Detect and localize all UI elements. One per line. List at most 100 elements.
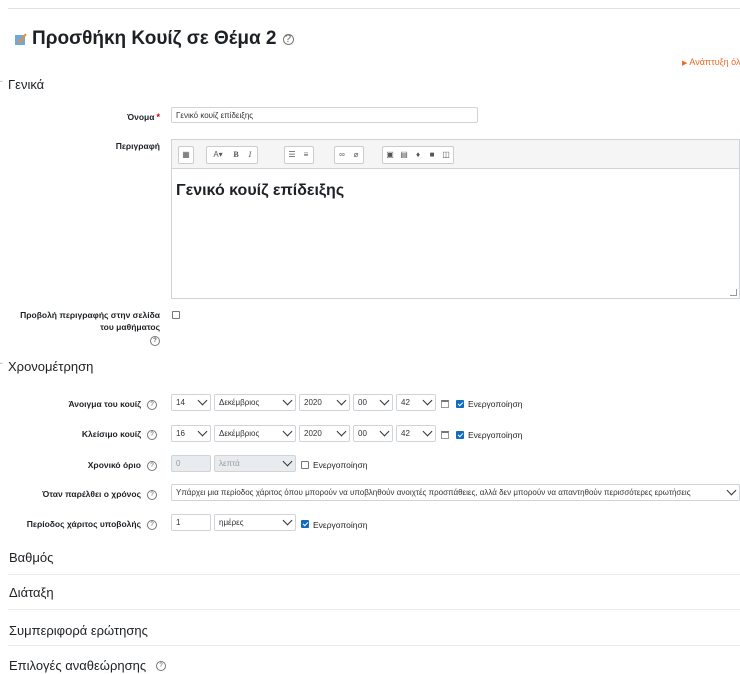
show-description-checkbox[interactable] <box>172 311 180 319</box>
time-limit-label: Χρονικό όριο? <box>88 460 157 471</box>
image-icon[interactable]: ▣ <box>383 148 397 162</box>
section-general[interactable]: ˇ Γενικά <box>0 77 44 92</box>
top-border <box>8 8 740 9</box>
page-title-text: Προσθήκη Κουίζ σε Θέμα 2 <box>32 28 277 49</box>
section-review-options[interactable]: Επιλογές αναθεώρησης? <box>9 658 167 673</box>
help-icon[interactable]: ? <box>156 660 167 671</box>
close-quiz-label: Κλείσιμο κουίζ? <box>82 429 157 440</box>
resize-handle[interactable] <box>730 289 737 296</box>
editor-toolbar: ▦ A▾ B I ☰ ≡ ∞ ⌀ ▣ ▤ ♦ ■ ◫ <box>172 140 739 169</box>
divider <box>8 609 740 610</box>
open-month-select[interactable]: Δεκέμβριος <box>214 394 296 411</box>
description-label: Περιγραφή <box>115 141 160 151</box>
page-title: Προσθήκη Κουίζ σε Θέμα 2 ? <box>14 28 294 50</box>
help-icon[interactable]: ? <box>282 33 294 45</box>
section-layout-label: Διάταξη <box>9 585 54 600</box>
show-description-label: Προβολή περιγραφής στην σελίδα του μαθήμα… <box>20 310 160 346</box>
chevron-down-icon <box>282 395 293 406</box>
chevron-down-icon <box>379 395 390 406</box>
grace-enable-label: Ενεργοποίηση <box>313 520 368 530</box>
chevron-down-icon <box>282 515 293 526</box>
divider <box>8 645 740 646</box>
description-editor[interactable]: ▦ A▾ B I ☰ ≡ ∞ ⌀ ▣ ▤ ♦ ■ ◫ Γενικό κουίζ επίδειξη… <box>171 139 740 299</box>
help-icon[interactable]: ? <box>147 429 157 440</box>
close-month-select[interactable]: Δεκέμβριος <box>214 425 296 442</box>
help-icon[interactable]: ? <box>147 399 157 410</box>
close-enable-checkbox[interactable] <box>456 431 464 439</box>
open-quiz-label: Άνοιγμα του κουίζ? <box>68 399 157 410</box>
close-hour-select[interactable]: 00 <box>353 425 393 442</box>
chevron-down-icon <box>726 485 737 496</box>
section-grade-label: Βαθμός <box>9 550 54 565</box>
manage-files-icon[interactable]: ◫ <box>439 148 453 162</box>
chevron-down-icon <box>336 395 347 406</box>
chevron-down-icon <box>197 426 208 437</box>
section-question-behaviour[interactable]: Συμπεριφορά ερώτησης <box>9 623 148 638</box>
grace-enable-checkbox[interactable] <box>301 520 309 528</box>
section-question-behaviour-label: Συμπεριφορά ερώτησης <box>9 623 148 638</box>
help-icon[interactable]: ? <box>147 489 157 500</box>
time-limit-enable-checkbox[interactable] <box>301 461 309 469</box>
chevron-down-icon <box>379 426 390 437</box>
chevron-down-icon: ˇ <box>0 80 3 89</box>
section-layout[interactable]: Διάταξη <box>9 585 54 600</box>
open-enable-label: Ενεργοποίηση <box>468 399 523 409</box>
section-grade[interactable]: Βαθμός <box>9 550 53 565</box>
divider <box>8 574 740 575</box>
calendar-icon[interactable] <box>441 400 449 408</box>
triangle-right-icon: ▶ <box>682 60 688 67</box>
italic-icon[interactable]: I <box>243 148 257 162</box>
ordered-list-icon[interactable]: ≡ <box>299 148 313 162</box>
chevron-down-icon <box>422 395 433 406</box>
close-day-select[interactable]: 16 <box>171 425 211 442</box>
bold-icon[interactable]: B <box>229 148 243 162</box>
expand-all-link[interactable]: ▶Ανάπτυξη όλω <box>682 57 740 67</box>
audio-record-icon[interactable]: ♦ <box>411 148 425 162</box>
open-hour-select[interactable]: 00 <box>353 394 393 411</box>
open-day-select[interactable]: 14 <box>171 394 211 411</box>
section-review-options-label: Επιλογές αναθεώρησης <box>9 658 147 673</box>
expand-all-label: Ανάπτυξη όλω <box>689 57 740 67</box>
grace-period-unit-select[interactable]: ημέρες <box>214 514 296 531</box>
grace-period-label: Περίοδος χάριτος υποβολής? <box>27 519 157 530</box>
chevron-down-icon: ˇ <box>0 362 3 371</box>
toolbar-group-5: ▣ ▤ ♦ ■ ◫ <box>382 146 454 164</box>
help-icon[interactable]: ? <box>150 336 160 346</box>
when-expires-select[interactable]: Υπάρχει μια περίοδος χάριτος όπου μπορού… <box>171 484 740 501</box>
when-expires-label: Όταν παρέλθει ο χρόνος? <box>42 489 157 500</box>
chevron-down-icon <box>197 395 208 406</box>
name-input-value: Γενικό κουίζ επίδειξης <box>176 110 254 120</box>
link-icon[interactable]: ∞ <box>335 148 349 162</box>
unordered-list-icon[interactable]: ☰ <box>285 148 299 162</box>
quiz-icon <box>15 33 27 45</box>
toolbar-group-2: A▾ B I <box>206 146 258 164</box>
help-icon[interactable]: ? <box>147 460 157 471</box>
toolbar-group-4: ∞ ⌀ <box>334 146 364 164</box>
help-icon[interactable]: ? <box>147 519 157 530</box>
time-limit-input[interactable]: 0 <box>171 455 211 472</box>
unlink-icon[interactable]: ⌀ <box>349 148 363 162</box>
close-year-select[interactable]: 2020 <box>299 425 350 442</box>
section-timing-label: Χρονομέτρηση <box>8 359 94 374</box>
close-enable-label: Ενεργοποίηση <box>468 430 523 440</box>
calendar-icon[interactable] <box>441 431 449 439</box>
name-input[interactable]: Γενικό κουίζ επίδειξης <box>171 107 478 123</box>
toolbar-group-1: ▦ <box>178 146 194 164</box>
name-label: Όνομα * <box>127 112 160 122</box>
chevron-down-icon <box>336 426 347 437</box>
open-minute-select[interactable]: 42 <box>396 394 436 411</box>
video-record-icon[interactable]: ■ <box>425 148 439 162</box>
media-icon[interactable]: ▤ <box>397 148 411 162</box>
time-limit-enable-label: Ενεργοποίηση <box>313 460 368 470</box>
font-style-icon[interactable]: A▾ <box>207 148 229 162</box>
section-timing[interactable]: ˇ Χρονομέτρηση <box>0 359 93 374</box>
time-limit-unit-select[interactable]: λεπτά <box>214 455 296 472</box>
close-minute-select[interactable]: 42 <box>396 425 436 442</box>
toolbar-toggle-icon[interactable]: ▦ <box>179 148 193 162</box>
editor-content[interactable]: Γενικό κουίζ επίδειξης <box>176 182 344 200</box>
chevron-down-icon <box>282 456 293 467</box>
section-general-label: Γενικά <box>8 77 45 92</box>
open-enable-checkbox[interactable] <box>456 400 464 408</box>
open-year-select[interactable]: 2020 <box>299 394 350 411</box>
grace-period-input[interactable]: 1 <box>171 514 211 531</box>
